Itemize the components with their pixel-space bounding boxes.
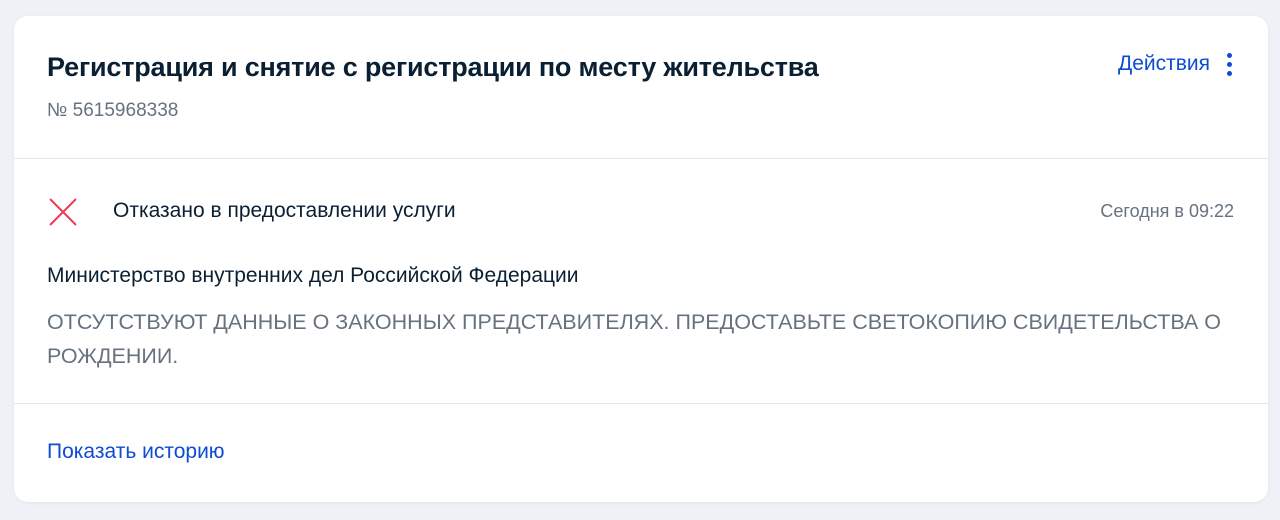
- ministry-name: Министерство внутренних дел Российской Ф…: [47, 264, 579, 287]
- application-card: Регистрация и снятие с регистрации по ме…: [14, 16, 1268, 502]
- close-icon: [49, 198, 77, 226]
- rejection-message: ОТСУТСТВУЮТ ДАННЫЕ О ЗАКОННЫХ ПРЕДСТАВИТ…: [47, 310, 1221, 368]
- card-header: Регистрация и снятие с регистрации по ме…: [14, 16, 1268, 159]
- page-title: Регистрация и снятие с регистрации по ме…: [47, 52, 819, 82]
- actions-label: Действия: [1117, 52, 1210, 75]
- application-number: № 5615968338: [47, 100, 179, 121]
- status-timestamp: Сегодня в 09:22: [1100, 201, 1234, 221]
- status-text: Отказано в предоставлении услуги: [113, 199, 456, 222]
- status-section: Отказано в предоставлении услуги Сегодня…: [14, 159, 1268, 404]
- card-footer: Показать историю: [14, 404, 1268, 502]
- actions-button[interactable]: Действия: [1118, 52, 1232, 76]
- more-vertical-icon[interactable]: [1226, 52, 1232, 76]
- show-history-link[interactable]: Показать историю: [47, 440, 225, 464]
